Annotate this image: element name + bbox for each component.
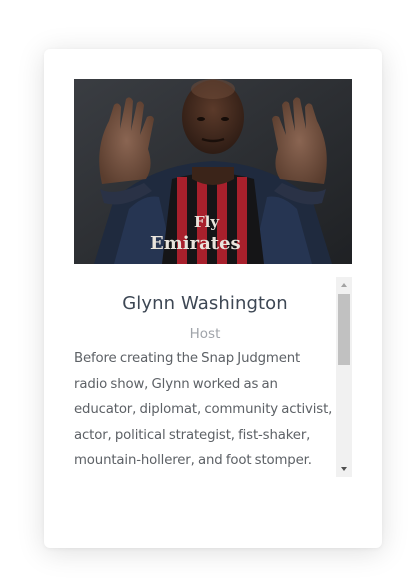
scrollbar-thumb[interactable] bbox=[338, 294, 350, 365]
profile-details[interactable]: Glynn Washington Host Before creating th… bbox=[74, 277, 336, 477]
jersey-text-emirates: Emirates bbox=[150, 233, 241, 254]
profile-bio: Before creating the Snap Judgment radio … bbox=[74, 351, 333, 468]
profile-name: Glynn Washington bbox=[122, 293, 288, 314]
jersey-text-fly: Fly bbox=[194, 213, 220, 231]
profile-card: Fly Emirates Glynn Washington Host Befor… bbox=[44, 49, 382, 548]
scroll-up-arrow[interactable] bbox=[336, 277, 352, 293]
profile-photo: Fly Emirates bbox=[74, 79, 352, 264]
profile-role: Host bbox=[189, 326, 221, 342]
page: Fly Emirates Glynn Washington Host Befor… bbox=[0, 0, 410, 581]
triangle-down-icon bbox=[341, 467, 347, 471]
scroll-down-arrow[interactable] bbox=[336, 461, 352, 477]
triangle-up-icon bbox=[341, 283, 347, 287]
vertical-scrollbar[interactable] bbox=[336, 277, 352, 477]
